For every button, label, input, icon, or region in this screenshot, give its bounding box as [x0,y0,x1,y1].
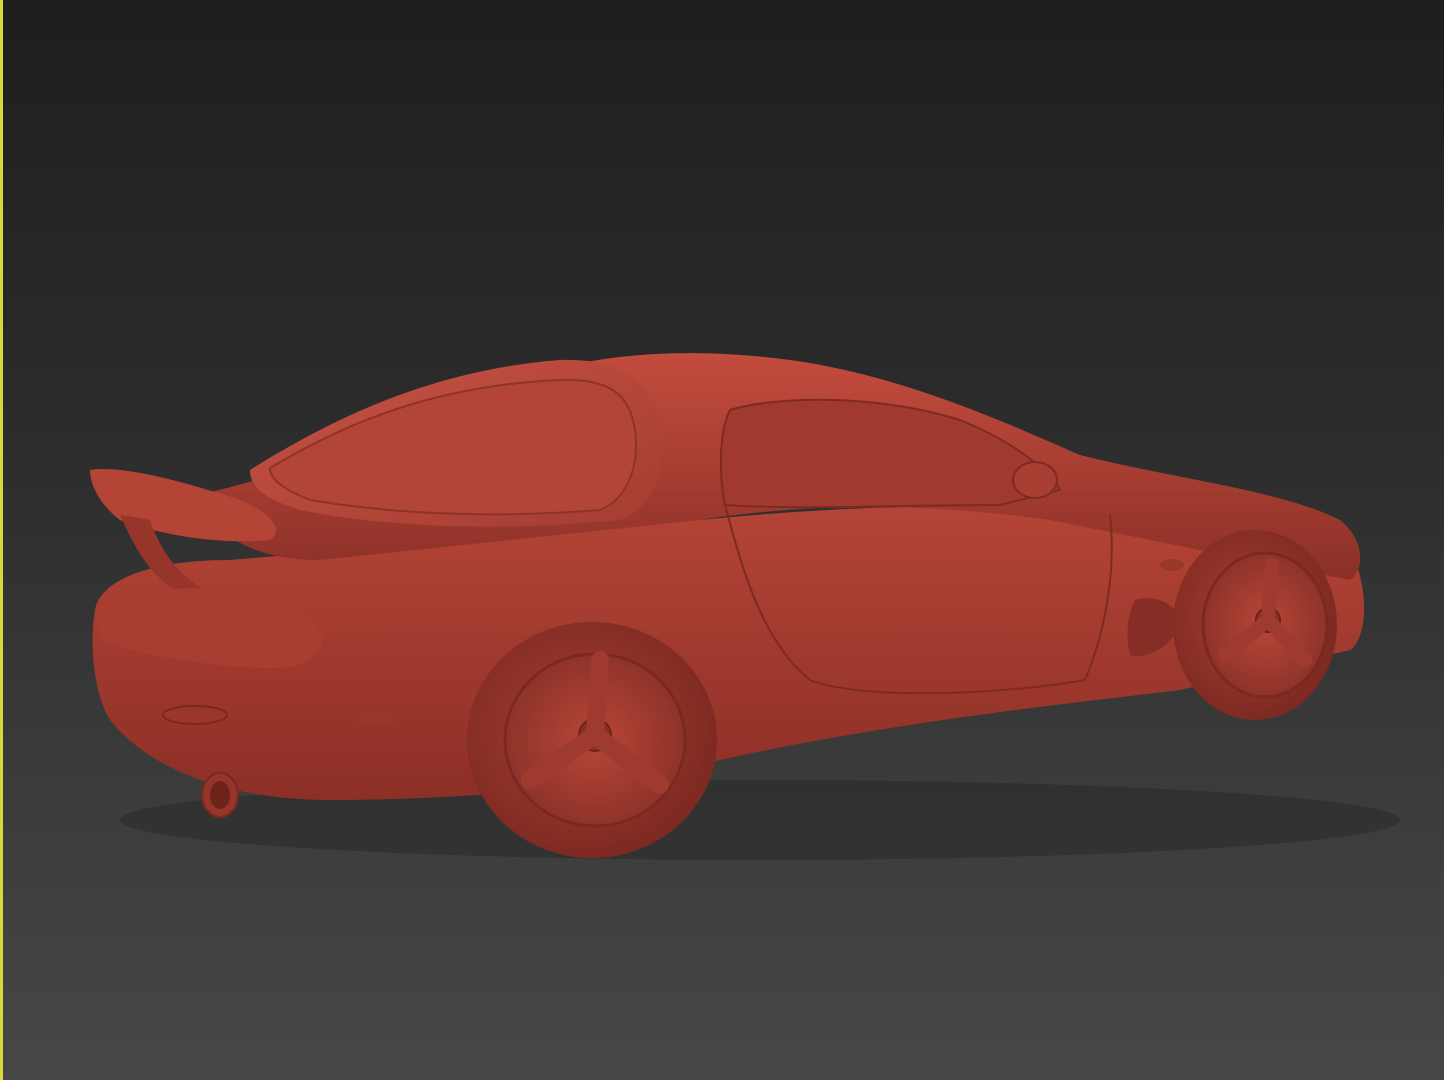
rear-spoiler [90,469,276,542]
side-window [719,398,1062,509]
front-wheel [1173,530,1337,720]
car-3d-model[interactable] [0,0,1444,1080]
side-mirror [1012,461,1058,499]
exhaust-pipe-inner [210,781,230,809]
perspective-viewport[interactable] [0,0,1444,1080]
rear-window [268,378,637,516]
rear-wheel [467,622,717,858]
side-marker-front [1160,559,1184,571]
side-marker-rear [353,711,397,725]
taillight [162,705,228,725]
rear-spoke-1 [586,651,609,744]
front-spoke-1 [1261,558,1279,627]
